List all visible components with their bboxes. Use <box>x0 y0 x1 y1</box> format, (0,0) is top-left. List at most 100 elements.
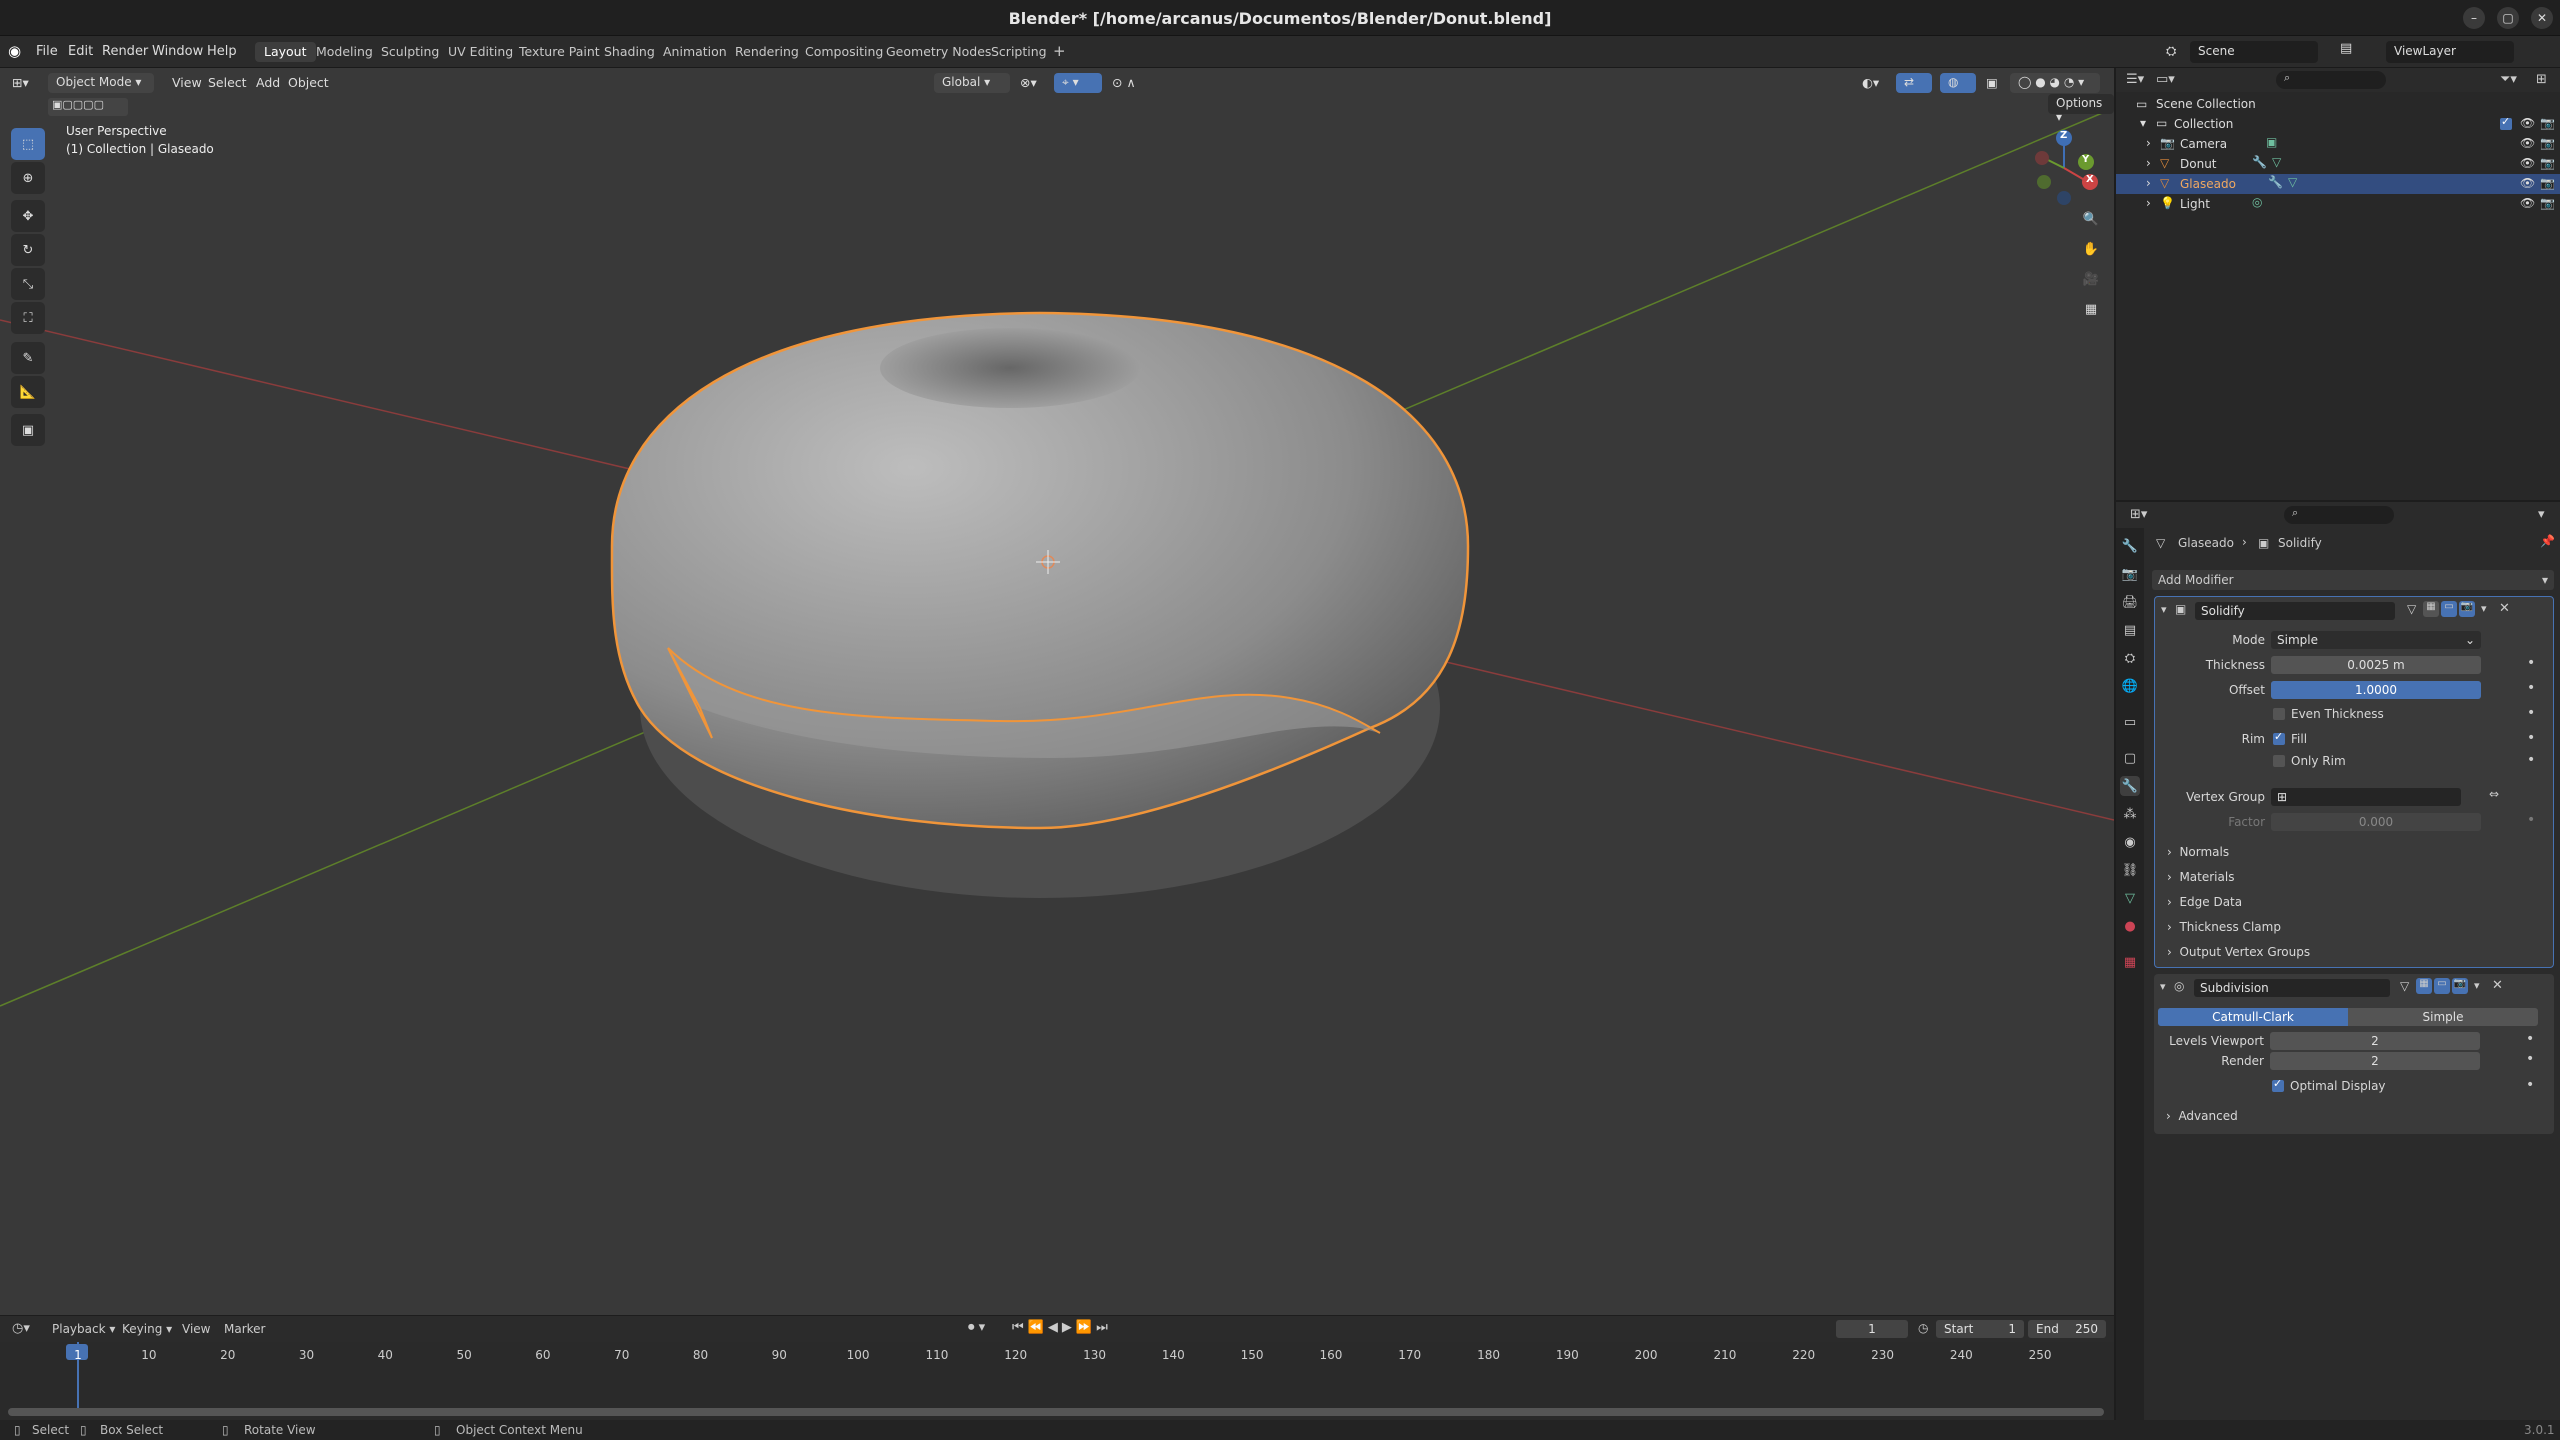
minimize-button[interactable]: – <box>2463 7 2485 29</box>
scene-selector[interactable]: Scene <box>2190 41 2318 63</box>
keyframe-dot-icon[interactable]: • <box>2527 752 2535 768</box>
visibility-icon[interactable]: ◐▾ <box>1862 75 1879 90</box>
mesh-data-icon[interactable]: ▽ <box>2288 175 2297 189</box>
render-camera-icon[interactable]: 📷 <box>2540 196 2555 210</box>
outliner-item-glaseado[interactable]: › ▽ Glaseado 🔧 ▽ 👁 📷 <box>2116 174 2560 194</box>
thickness-clamp-subpanel[interactable]: › Thickness Clamp <box>2167 920 2281 934</box>
frame-ruler[interactable]: 1 10 20 30 40 50 60 70 80 90 100 110 120 130 140 150 160… <box>0 1316 2114 1376</box>
pivot-icon[interactable]: ⊗▾ <box>1020 75 1037 90</box>
properties-options-icon[interactable]: ▾ <box>2538 507 2545 522</box>
expand-collapse-icon[interactable]: ▾ <box>2140 116 2146 130</box>
select-box-tool-icon[interactable]: ⬚ <box>11 128 45 160</box>
new-collection-icon[interactable]: ⊞ <box>2536 72 2547 87</box>
modifier-tab-icon[interactable]: 🔧 <box>2120 776 2140 796</box>
menu-edit[interactable]: Edit <box>68 44 93 59</box>
proportional-edit-icon[interactable]: ⊙ ∧ <box>1112 75 1136 90</box>
render-levels-field[interactable]: 2 <box>2270 1052 2480 1070</box>
factor-field[interactable]: 0.000 <box>2271 813 2481 831</box>
pan-hand-icon[interactable]: ✋ <box>2078 236 2104 262</box>
eye-icon[interactable]: 👁 <box>2520 196 2535 210</box>
properties-editor-icon[interactable]: ⊞▾ <box>2130 507 2147 522</box>
tab-texture-paint[interactable]: Texture Paint <box>510 42 609 62</box>
zoom-icon[interactable]: 🔍 <box>2078 206 2104 232</box>
expand-icon[interactable]: › <box>2146 156 2151 170</box>
eye-icon[interactable]: 👁 <box>2520 136 2535 150</box>
options-dropdown[interactable]: Options ▾ <box>2048 94 2114 124</box>
realtime-toggle-icon[interactable]: ▭ <box>2434 978 2450 994</box>
editor-type-icon[interactable]: ⊞▾ <box>12 75 29 90</box>
shading-modes[interactable]: ◯ ● ◕ ◔ ▾ <box>2010 73 2100 93</box>
tab-sculpting[interactable]: Sculpting <box>372 42 448 62</box>
tool-tab-icon[interactable]: 🔧 <box>2120 536 2140 556</box>
render-toggle-icon[interactable]: 📷 <box>2459 601 2475 617</box>
light-data-icon[interactable]: ◎ <box>2252 195 2262 209</box>
texture-tab-icon[interactable]: ▦ <box>2120 952 2140 972</box>
output-vertex-groups-subpanel[interactable]: › Output Vertex Groups <box>2167 945 2310 959</box>
cursor-tool-icon[interactable]: ⊕ <box>11 162 45 194</box>
expand-icon[interactable]: › <box>2146 196 2151 210</box>
realtime-toggle-icon[interactable]: ▭ <box>2441 601 2457 617</box>
modifier-wrench-icon[interactable]: 🔧 <box>2268 175 2283 189</box>
scale-tool-icon[interactable]: ⤡ <box>11 268 45 300</box>
ortho-grid-icon[interactable]: ▦ <box>2078 296 2104 322</box>
viewlayer-selector[interactable]: ViewLayer <box>2386 41 2514 63</box>
keyframe-dot-icon[interactable]: • <box>2527 730 2535 746</box>
camera-data-icon[interactable]: ▣ <box>2266 135 2277 149</box>
keyframe-dot-icon[interactable]: • <box>2526 1031 2534 1047</box>
expand-icon[interactable]: › <box>2146 176 2151 190</box>
menu-object[interactable]: Object <box>288 75 329 90</box>
blender-logo-icon[interactable]: ◉ <box>8 42 21 60</box>
fill-checkbox[interactable] <box>2273 730 2285 745</box>
select-mode-icons[interactable]: ▣▢▢▢▢ <box>48 98 128 116</box>
timeline-scrollbar[interactable] <box>8 1408 2104 1416</box>
outliner-scene-collection[interactable]: ▭ Scene Collection <box>2116 94 2560 114</box>
annotate-tool-icon[interactable]: ✎ <box>11 342 45 374</box>
maximize-button[interactable]: ▢ <box>2497 7 2519 29</box>
transform-orientation-dropdown[interactable]: Global ▾ <box>934 73 1010 93</box>
outliner-editor-icon[interactable]: ☰▾ <box>2126 72 2144 87</box>
keyframe-dot-icon[interactable]: • <box>2527 705 2535 721</box>
remove-modifier-icon[interactable]: ✕ <box>2499 601 2510 616</box>
gizmo-x-label[interactable]: X <box>2086 174 2094 185</box>
keyframe-dot-icon[interactable]: • <box>2526 1051 2534 1067</box>
outliner-item-light[interactable]: › 💡 Light ◎ 👁 📷 <box>2116 194 2560 214</box>
object-tab-icon[interactable]: ▢ <box>2120 748 2140 768</box>
collapse-chevron-icon[interactable]: ▾ <box>2160 980 2166 993</box>
gizmo-z-label[interactable]: Z <box>2060 130 2067 141</box>
add-workspace-icon[interactable]: + <box>1044 40 1075 60</box>
scene-tab-icon[interactable]: ⛭ <box>2120 648 2140 668</box>
outliner-search-input[interactable]: ⌕ <box>2276 71 2386 89</box>
render-tab-icon[interactable]: 📷 <box>2120 564 2140 584</box>
snap-toggle[interactable]: ⌖ ▾ <box>1054 73 1102 93</box>
modifier-menu-icon[interactable]: ▾ <box>2474 979 2480 992</box>
vertex-group-input[interactable]: ⊞ <box>2271 788 2461 806</box>
collection-tab-icon[interactable]: ▭ <box>2120 712 2140 732</box>
menu-select[interactable]: Select <box>208 75 247 90</box>
rotate-tool-icon[interactable]: ↻ <box>11 234 45 266</box>
outliner-collection[interactable]: ▾ ▭ Collection 👁 📷 <box>2116 114 2560 134</box>
cage-toggle-icon[interactable]: ▦ <box>2416 978 2432 994</box>
thickness-field[interactable]: 0.0025 m <box>2271 656 2481 674</box>
collapse-chevron-icon[interactable]: ▾ <box>2161 603 2167 616</box>
edge-data-subpanel[interactable]: › Edge Data <box>2167 895 2242 909</box>
overlay-toggle[interactable]: ◍ <box>1940 73 1976 93</box>
xray-icon[interactable]: ▣ <box>1986 75 1998 90</box>
keyframe-dot-icon[interactable]: • <box>2527 655 2535 671</box>
display-mode-icon[interactable]: ▭▾ <box>2156 72 2175 87</box>
gizmo-y-label[interactable]: Y <box>2082 154 2089 165</box>
measure-tool-icon[interactable]: 📐 <box>11 376 45 408</box>
close-window-button[interactable]: ✕ <box>2531 7 2553 29</box>
render-camera-icon[interactable]: 📷 <box>2540 116 2555 130</box>
add-cube-tool-icon[interactable]: ▣ <box>11 414 45 446</box>
render-camera-icon[interactable]: 📷 <box>2540 156 2555 170</box>
render-camera-icon[interactable]: 📷 <box>2540 176 2555 190</box>
move-tool-icon[interactable]: ✥ <box>11 200 45 232</box>
output-tab-icon[interactable]: 🖨 <box>2120 592 2140 612</box>
catmull-clark-button[interactable]: Catmull-Clark <box>2158 1008 2348 1026</box>
keyframe-dot-icon[interactable]: • <box>2526 1077 2534 1093</box>
data-tab-icon[interactable]: ▽ <box>2120 888 2140 908</box>
modifier-name-input[interactable]: Subdivision <box>2194 979 2390 997</box>
camera-view-icon[interactable]: 🎥 <box>2078 266 2104 292</box>
outliner-item-donut[interactable]: › ▽ Donut 🔧 ▽ 👁 📷 <box>2116 154 2560 174</box>
tab-animation[interactable]: Animation <box>654 42 736 62</box>
